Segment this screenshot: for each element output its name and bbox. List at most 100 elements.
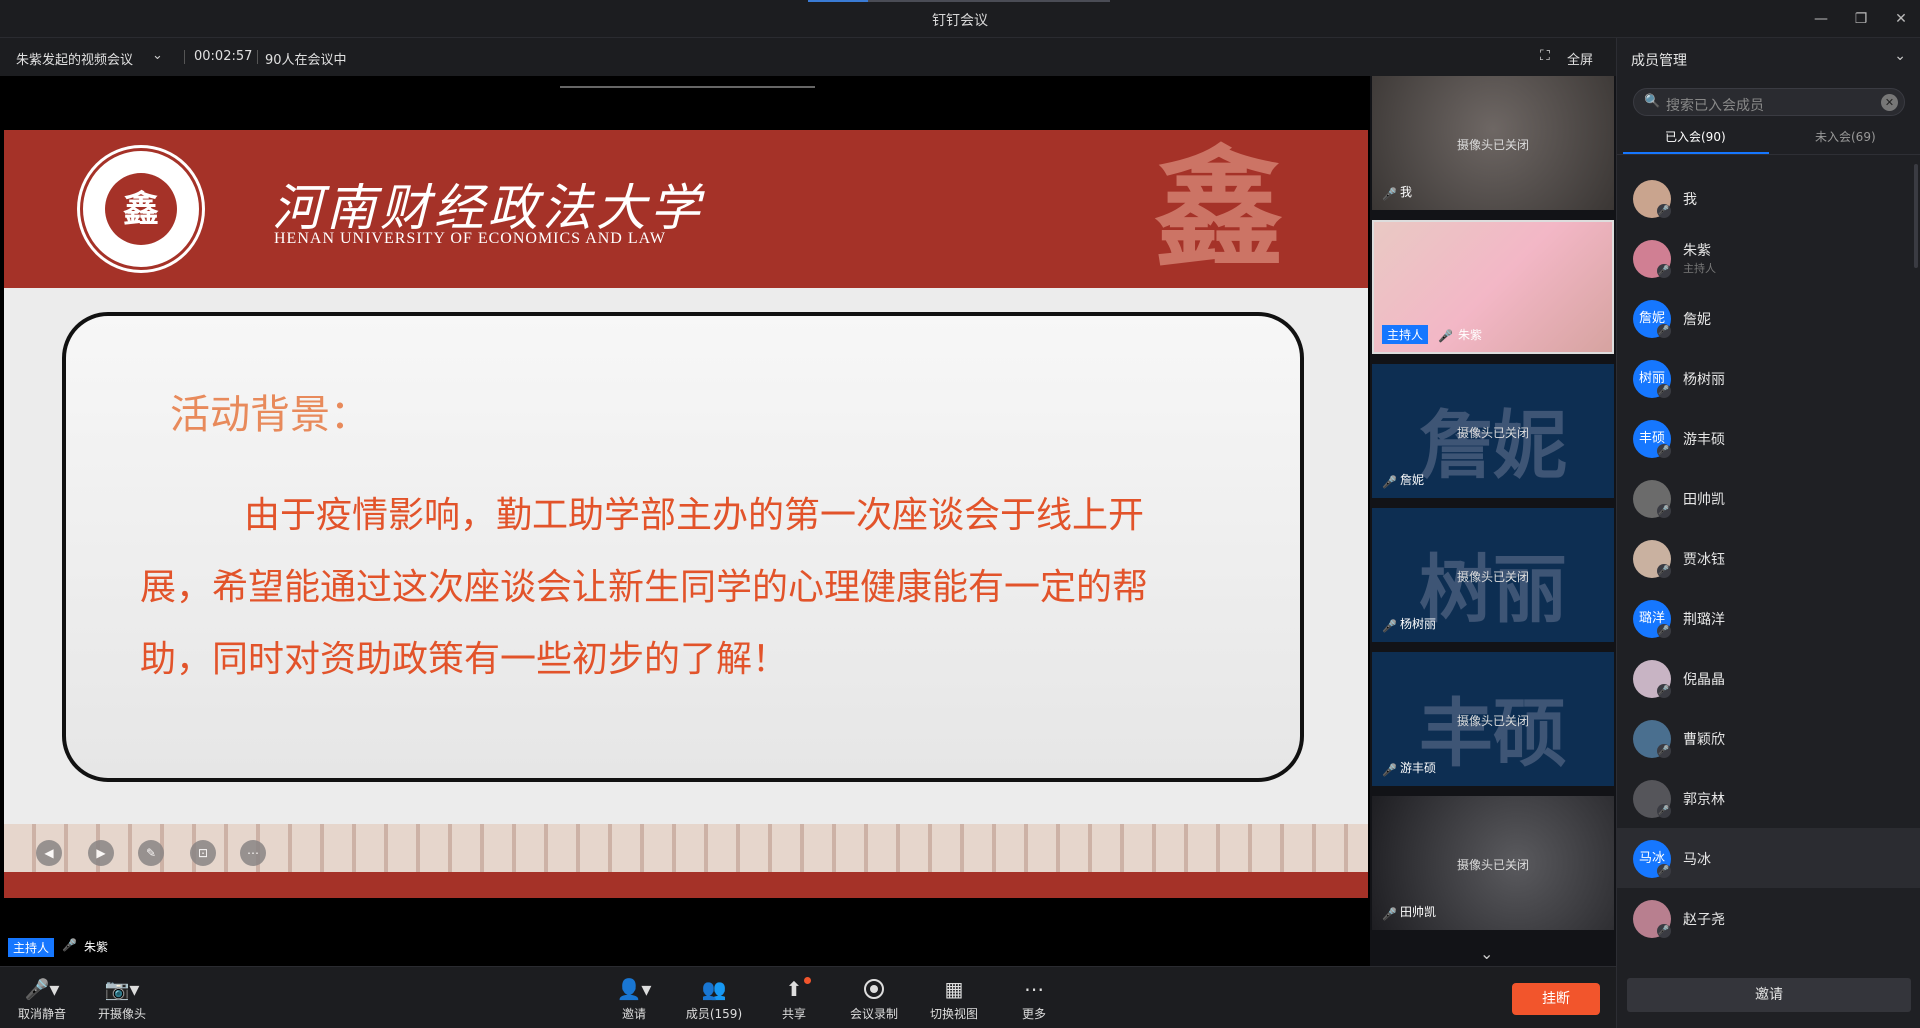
mic-muted-icon: 🎤 <box>1382 907 1397 921</box>
divider <box>184 50 185 64</box>
tab-joined[interactable]: 已入会(90) <box>1665 128 1726 145</box>
mic-muted-icon: 🎤 <box>1657 804 1671 818</box>
mic-muted-icon: 🎤 <box>1657 264 1671 278</box>
slide-body-text: 由于疫情影响，勤工助学部主办的第一次座谈会于线上开展，希望能通过这次座谈会让新生… <box>140 495 1149 680</box>
unmute-button[interactable]: 🎤▾ 取消静音 <box>2 977 82 1022</box>
mic-muted-icon: 🎤 <box>1438 329 1453 343</box>
member-row[interactable]: 璐洋 🎤 荆璐洋 <box>1617 588 1920 648</box>
member-row[interactable]: 🎤 倪晶晶 <box>1617 648 1920 708</box>
meeting-name[interactable]: 朱紫发起的视频会议 <box>16 49 133 68</box>
more-button[interactable]: ⋯ 更多 <box>994 977 1074 1022</box>
tile-name: 游丰硕 <box>1400 761 1437 775</box>
host-badge: 主持人 <box>1382 325 1429 344</box>
presentation-slide: 鑫 河南财经政法大学 HENAN UNIVERSITY OF ECONOMICS… <box>4 130 1368 898</box>
video-tile-member[interactable]: 丰硕 摄像头已关闭 🎤 游丰硕 <box>1372 652 1614 786</box>
mic-muted-icon: 🎤 <box>1382 619 1397 633</box>
members-icon: 👥 <box>701 977 727 1001</box>
record-icon <box>834 977 914 1001</box>
prev-slide-icon[interactable]: ◀ <box>36 840 62 866</box>
bottom-red-strip <box>4 872 1368 898</box>
share-screen-icon: ⬆ <box>754 977 834 1001</box>
speaker-name: 朱紫 <box>84 940 109 954</box>
video-tile-me[interactable]: 摄像头已关闭 🎤 我 <box>1372 76 1614 210</box>
chevron-down-icon[interactable]: ⌄ <box>1480 944 1493 963</box>
chevron-down-icon[interactable]: ⌄ <box>152 48 163 63</box>
shared-screen-stage: 鑫 河南财经政法大学 HENAN UNIVERSITY OF ECONOMICS… <box>0 76 1370 966</box>
member-row[interactable]: 🎤 曹颖欣 <box>1617 708 1920 768</box>
member-row[interactable]: 🎤 朱紫 主持人 <box>1617 228 1920 288</box>
tile-name: 詹妮 <box>1400 473 1425 487</box>
invite-button[interactable]: 邀请 <box>1627 978 1911 1012</box>
banner-watermark: 鑫 <box>1154 133 1285 285</box>
mic-muted-icon: 🎤 <box>1657 744 1671 758</box>
member-row[interactable]: 树丽 🎤 杨树丽 <box>1617 348 1920 408</box>
camera-off-icon: 📷▾ <box>104 977 140 1001</box>
minimize-icon[interactable]: — <box>1808 8 1834 30</box>
tile-name: 我 <box>1400 185 1413 199</box>
window-title: 钉钉会议 <box>932 13 988 29</box>
member-name: 荆璐洋 <box>1683 612 1725 628</box>
mic-muted-icon: 🎤 <box>1657 384 1671 398</box>
record-button[interactable]: 会议录制 <box>834 977 914 1022</box>
content-card: 活动背景： 由于疫情影响，勤工助学部主办的第一次座谈会于线上开展，希望能通过这次… <box>62 312 1304 782</box>
pen-icon[interactable]: ✎ <box>138 840 164 866</box>
invite-toolbar-button[interactable]: 👤▾ 邀请 <box>594 977 674 1022</box>
member-name: 田帅凯 <box>1683 492 1725 508</box>
video-tile-member[interactable]: 摄像头已关闭 🎤 田帅凯 <box>1372 796 1614 930</box>
member-name: 詹妮 <box>1683 312 1711 328</box>
member-row[interactable]: 🎤 贾冰钰 <box>1617 528 1920 588</box>
member-role: 主持人 <box>1683 262 1716 275</box>
switch-view-button[interactable]: ▦ 切换视图 <box>914 977 994 1022</box>
mic-muted-icon: 🎤 <box>1382 475 1397 489</box>
more-options-icon[interactable]: ⋯ <box>240 840 266 866</box>
zoom-icon[interactable]: ⊡ <box>190 840 216 866</box>
member-row[interactable]: 🎤 赵子尧 <box>1617 888 1920 948</box>
member-panel: 成员管理 ⌄ 🔍 搜索已入会成员 ✕ 已入会(90) 未入会(69) 🎤 我 🎤 朱紫… <box>1616 38 1920 1028</box>
university-name-en: HENAN UNIVERSITY OF ECONOMICS AND LAW <box>274 230 667 247</box>
video-tile-host[interactable]: 主持人 🎤 朱紫 <box>1372 220 1614 354</box>
video-tile-member[interactable]: 詹妮 摄像头已关闭 🎤 詹妮 <box>1372 364 1614 498</box>
clear-icon[interactable]: ✕ <box>1881 94 1898 111</box>
slide-banner: 鑫 河南财经政法大学 HENAN UNIVERSITY OF ECONOMICS… <box>4 130 1368 288</box>
member-row[interactable]: 🎤 我 <box>1617 168 1920 228</box>
next-slide-icon[interactable]: ▶ <box>88 840 114 866</box>
mic-muted-icon: 🎤 <box>1657 624 1671 638</box>
restore-icon[interactable]: ❐ <box>1848 8 1874 30</box>
add-user-icon: 👤▾ <box>616 977 652 1001</box>
tab-not-joined[interactable]: 未入会(69) <box>1815 128 1876 145</box>
camera-button[interactable]: 📷▾ 开摄像头 <box>82 977 162 1022</box>
mic-muted-icon: 🎤 <box>1657 324 1671 338</box>
member-row[interactable]: 马冰 🎤 马冰 <box>1617 828 1920 888</box>
mic-muted-icon: 🎤 <box>1657 504 1671 518</box>
fullscreen-button[interactable]: 全屏 <box>1567 49 1593 68</box>
mic-muted-icon: 🎤 <box>1382 187 1397 201</box>
meeting-timer: 00:02:57 <box>194 49 253 64</box>
close-icon[interactable]: ✕ <box>1888 8 1914 30</box>
slide-heading: 活动背景： <box>170 392 370 438</box>
video-tile-member[interactable]: 树丽 摄像头已关闭 🎤 杨树丽 <box>1372 508 1614 642</box>
member-name: 倪晶晶 <box>1683 672 1725 688</box>
member-name: 赵子尧 <box>1683 912 1725 928</box>
mic-muted-icon: 🎤 <box>62 938 77 952</box>
tile-name: 杨树丽 <box>1400 617 1437 631</box>
meeting-toolbar: 🎤▾ 取消静音 📷▾ 开摄像头 👤▾ 邀请 👥 成员(159) ⬆ 共享 会议录… <box>0 966 1616 1028</box>
member-row[interactable]: 🎤 田帅凯 <box>1617 468 1920 528</box>
share-button[interactable]: ⬆ 共享 <box>754 977 834 1022</box>
divider <box>257 50 258 64</box>
member-row[interactable]: 詹妮 🎤 詹妮 <box>1617 288 1920 348</box>
members-button[interactable]: 👥 成员(159) <box>674 977 754 1022</box>
member-row[interactable]: 🎤 郭京林 <box>1617 768 1920 828</box>
member-name: 马冰 <box>1683 852 1711 868</box>
member-search-input[interactable]: 🔍 搜索已入会成员 ✕ <box>1633 88 1905 116</box>
member-name: 郭京林 <box>1683 792 1725 808</box>
chevron-down-icon[interactable]: ⌄ <box>1894 48 1906 64</box>
hangup-button[interactable]: 挂断 <box>1512 983 1600 1015</box>
slide-top-line <box>560 86 815 88</box>
panel-title: 成员管理 <box>1631 53 1687 69</box>
more-icon: ⋯ <box>1024 977 1044 1001</box>
fullscreen-icon[interactable]: ⛶ <box>1540 48 1550 64</box>
notification-dot <box>804 977 811 984</box>
member-row[interactable]: 丰硕 🎤 游丰硕 <box>1617 408 1920 468</box>
camera-off-label: 摄像头已关闭 <box>1456 714 1529 728</box>
member-name: 游丰硕 <box>1683 432 1725 448</box>
